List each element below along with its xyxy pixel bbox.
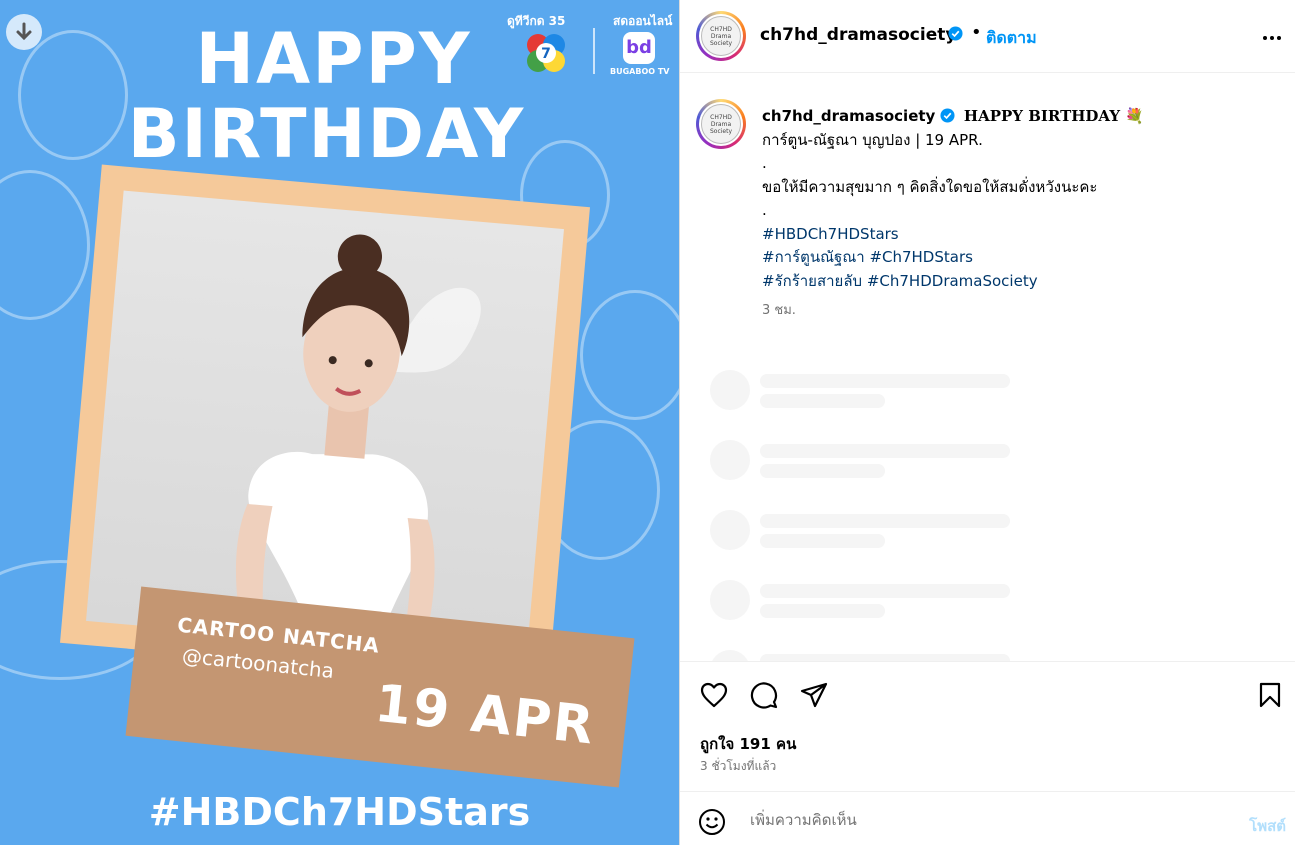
comment-composer: โพสต์ bbox=[680, 791, 1295, 845]
bugaboo-label: BUGABOO TV bbox=[610, 67, 670, 76]
more-options-button[interactable] bbox=[1262, 22, 1282, 46]
caption-timestamp[interactable]: 3 ชม. bbox=[762, 299, 1282, 323]
image-hashtag: #HBDCh7HDStars bbox=[148, 790, 531, 834]
comment-loading-placeholder bbox=[710, 440, 1270, 500]
paper-plane-icon bbox=[800, 682, 828, 708]
post-header: CH7HD Drama Society ch7hd_dramasociety •… bbox=[680, 0, 1295, 73]
birthday-date: 19 APR bbox=[372, 673, 599, 757]
caption-text: ch7hd_dramasociety HAPPY BIRTHDAY 💐 การ์… bbox=[762, 105, 1282, 323]
emoji-smile-icon bbox=[699, 809, 725, 835]
speech-bubble-icon bbox=[750, 682, 778, 709]
comment-loading-placeholder bbox=[710, 580, 1270, 640]
hashtag-link[interactable]: #Ch7HDStars bbox=[869, 248, 973, 266]
save-button[interactable] bbox=[1254, 679, 1286, 711]
separator-dot: • bbox=[971, 22, 982, 43]
bugaboo-logo-icon: bd bbox=[623, 32, 655, 64]
caption-title: HAPPY BIRTHDAY 💐 bbox=[963, 107, 1144, 125]
post-actions: ถูกใจ 191 คน 3 ชั่วโมงที่แล้ว bbox=[680, 661, 1295, 791]
post-side-panel: CH7HD Drama Society ch7hd_dramasociety •… bbox=[679, 0, 1295, 845]
caption-line: ขอให้มีความสุขมาก ๆ คิดสิ่งใดขอให้สมดั่ง… bbox=[762, 177, 1098, 196]
caption-line: การ์ตูน-ณัฐณา บุญปอง | 19 APR. bbox=[762, 130, 983, 149]
verified-badge-icon bbox=[948, 26, 963, 41]
comment-loading-placeholder bbox=[710, 510, 1270, 570]
caption-username-link[interactable]: ch7hd_dramasociety bbox=[762, 107, 935, 125]
heart-icon bbox=[700, 682, 728, 708]
name-plate: CARTOO NATCHA @cartoonatcha 19 APR bbox=[125, 586, 635, 788]
hashtag-link[interactable]: #Ch7HDDramaSociety bbox=[867, 272, 1038, 290]
headline-birthday: BIRTHDAY bbox=[127, 95, 526, 174]
follow-button[interactable]: ติดตาม bbox=[986, 26, 1037, 51]
stream-label: สดออนไลน์ bbox=[613, 14, 673, 28]
post-comment-button[interactable]: โพสต์ bbox=[1249, 814, 1286, 838]
comment-button[interactable] bbox=[748, 679, 780, 711]
balloon-doodle bbox=[580, 290, 679, 420]
logo-divider bbox=[593, 28, 595, 74]
emoji-button[interactable] bbox=[698, 808, 726, 840]
caption-dot: . bbox=[762, 201, 767, 219]
channel-label: ดูทีวีกด 35 bbox=[507, 14, 566, 28]
post-image[interactable]: HAPPY BIRTHDAY ดูทีวีกด 35 สดออนไลน์ 7 b… bbox=[0, 0, 679, 845]
bookmark-icon bbox=[1259, 682, 1281, 708]
ch7-logo-icon: 7 bbox=[527, 34, 565, 72]
comment-loading-placeholder bbox=[710, 370, 1270, 430]
hashtag-link[interactable]: #HBDCh7HDStars bbox=[762, 225, 899, 243]
caption-dot: . bbox=[762, 154, 767, 172]
instagram-post-modal: HAPPY BIRTHDAY ดูทีวีกด 35 สดออนไลน์ 7 b… bbox=[0, 0, 1295, 845]
caption-avatar[interactable]: CH7HD Drama Society bbox=[696, 99, 746, 149]
account-username-link[interactable]: ch7hd_dramasociety bbox=[760, 25, 956, 45]
like-count[interactable]: ถูกใจ 191 คน bbox=[700, 732, 796, 756]
more-horizontal-icon bbox=[1263, 36, 1281, 40]
comment-input[interactable] bbox=[750, 806, 1210, 834]
comments-area: CH7HD Drama Society ch7hd_dramasociety H… bbox=[680, 73, 1295, 661]
comment-loading-placeholder bbox=[710, 650, 1270, 661]
hashtag-link[interactable]: #รักร้ายสายลับ bbox=[762, 272, 862, 290]
avatar-logo: CH7HD Drama Society bbox=[701, 16, 741, 56]
avatar-logo: CH7HD Drama Society bbox=[701, 104, 741, 144]
like-button[interactable] bbox=[698, 679, 730, 711]
channel-logos: ดูทีวีกด 35 สดออนไลน์ 7 bd BUGABOO TV bbox=[505, 10, 675, 80]
account-avatar[interactable]: CH7HD Drama Society bbox=[696, 11, 746, 61]
post-timestamp[interactable]: 3 ชั่วโมงที่แล้ว bbox=[700, 757, 776, 776]
verified-badge-icon bbox=[940, 108, 955, 123]
svg-text:7: 7 bbox=[541, 46, 551, 62]
balloon-doodle bbox=[0, 170, 90, 320]
hashtag-link[interactable]: #การ์ตูนณัฐณา bbox=[762, 248, 865, 266]
share-button[interactable] bbox=[798, 679, 830, 711]
